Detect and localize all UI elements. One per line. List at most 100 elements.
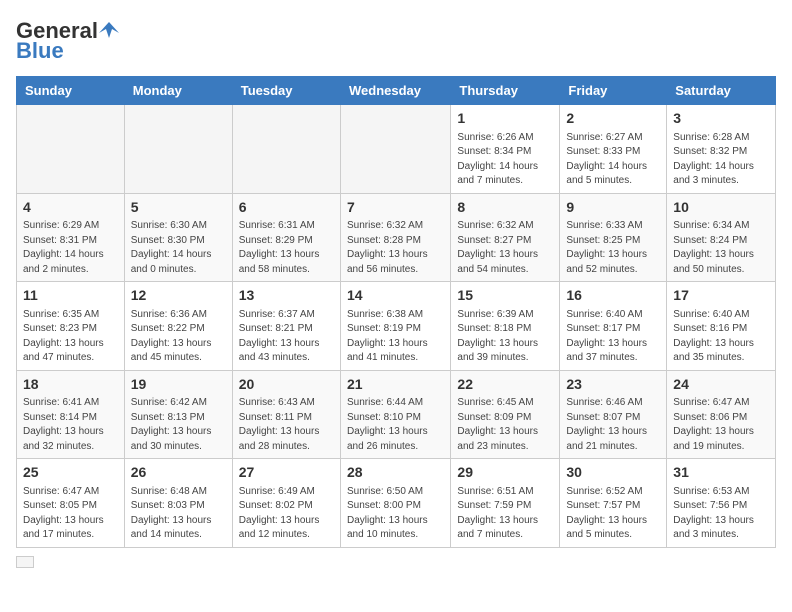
calendar-cell: 20Sunrise: 6:43 AMSunset: 8:11 PMDayligh… — [232, 370, 340, 459]
day-number: 31 — [673, 463, 769, 483]
calendar-cell: 15Sunrise: 6:39 AMSunset: 8:18 PMDayligh… — [451, 282, 560, 371]
logo: General Blue — [16, 20, 120, 64]
day-info: Sunrise: 6:32 AMSunset: 8:28 PMDaylight:… — [347, 219, 444, 277]
day-number: 21 — [347, 375, 444, 395]
week-row-5: 25Sunrise: 6:47 AMSunset: 8:05 PMDayligh… — [17, 459, 776, 548]
calendar-cell: 7Sunrise: 6:32 AMSunset: 8:28 PMDaylight… — [340, 193, 450, 282]
week-row-3: 11Sunrise: 6:35 AMSunset: 8:23 PMDayligh… — [17, 282, 776, 371]
calendar-cell: 29Sunrise: 6:51 AMSunset: 7:59 PMDayligh… — [451, 459, 560, 548]
day-info: Sunrise: 6:32 AMSunset: 8:27 PMDaylight:… — [457, 219, 553, 277]
day-info: Sunrise: 6:40 AMSunset: 8:17 PMDaylight:… — [566, 308, 660, 366]
logo-blue-text: Blue — [16, 38, 64, 64]
day-number: 3 — [673, 109, 769, 129]
calendar-cell — [124, 105, 232, 194]
calendar-cell: 2Sunrise: 6:27 AMSunset: 8:33 PMDaylight… — [560, 105, 667, 194]
calendar-cell: 10Sunrise: 6:34 AMSunset: 8:24 PMDayligh… — [667, 193, 776, 282]
day-number: 13 — [239, 286, 334, 306]
col-header-friday: Friday — [560, 77, 667, 105]
calendar-cell: 22Sunrise: 6:45 AMSunset: 8:09 PMDayligh… — [451, 370, 560, 459]
day-info: Sunrise: 6:38 AMSunset: 8:19 PMDaylight:… — [347, 308, 444, 366]
calendar-cell — [232, 105, 340, 194]
calendar-cell: 19Sunrise: 6:42 AMSunset: 8:13 PMDayligh… — [124, 370, 232, 459]
day-info: Sunrise: 6:47 AMSunset: 8:06 PMDaylight:… — [673, 396, 769, 454]
day-number: 12 — [131, 286, 226, 306]
col-header-sunday: Sunday — [17, 77, 125, 105]
day-info: Sunrise: 6:46 AMSunset: 8:07 PMDaylight:… — [566, 396, 660, 454]
day-info: Sunrise: 6:37 AMSunset: 8:21 PMDaylight:… — [239, 308, 334, 366]
day-info: Sunrise: 6:33 AMSunset: 8:25 PMDaylight:… — [566, 219, 660, 277]
week-row-4: 18Sunrise: 6:41 AMSunset: 8:14 PMDayligh… — [17, 370, 776, 459]
header-row: SundayMondayTuesdayWednesdayThursdayFrid… — [17, 77, 776, 105]
day-info: Sunrise: 6:34 AMSunset: 8:24 PMDaylight:… — [673, 219, 769, 277]
calendar-cell: 24Sunrise: 6:47 AMSunset: 8:06 PMDayligh… — [667, 370, 776, 459]
day-info: Sunrise: 6:29 AMSunset: 8:31 PMDaylight:… — [23, 219, 118, 277]
day-number: 26 — [131, 463, 226, 483]
day-info: Sunrise: 6:47 AMSunset: 8:05 PMDaylight:… — [23, 485, 118, 543]
day-info: Sunrise: 6:49 AMSunset: 8:02 PMDaylight:… — [239, 485, 334, 543]
col-header-thursday: Thursday — [451, 77, 560, 105]
day-info: Sunrise: 6:35 AMSunset: 8:23 PMDaylight:… — [23, 308, 118, 366]
calendar-cell: 1Sunrise: 6:26 AMSunset: 8:34 PMDaylight… — [451, 105, 560, 194]
day-info: Sunrise: 6:51 AMSunset: 7:59 PMDaylight:… — [457, 485, 553, 543]
legend — [16, 556, 776, 568]
col-header-tuesday: Tuesday — [232, 77, 340, 105]
day-info: Sunrise: 6:39 AMSunset: 8:18 PMDaylight:… — [457, 308, 553, 366]
calendar-cell: 27Sunrise: 6:49 AMSunset: 8:02 PMDayligh… — [232, 459, 340, 548]
calendar-cell: 21Sunrise: 6:44 AMSunset: 8:10 PMDayligh… — [340, 370, 450, 459]
day-number: 27 — [239, 463, 334, 483]
page-header: General Blue — [16, 16, 776, 64]
calendar-cell: 11Sunrise: 6:35 AMSunset: 8:23 PMDayligh… — [17, 282, 125, 371]
day-number: 10 — [673, 198, 769, 218]
calendar-cell: 13Sunrise: 6:37 AMSunset: 8:21 PMDayligh… — [232, 282, 340, 371]
day-number: 9 — [566, 198, 660, 218]
calendar-cell: 16Sunrise: 6:40 AMSunset: 8:17 PMDayligh… — [560, 282, 667, 371]
calendar-cell: 12Sunrise: 6:36 AMSunset: 8:22 PMDayligh… — [124, 282, 232, 371]
day-info: Sunrise: 6:53 AMSunset: 7:56 PMDaylight:… — [673, 485, 769, 543]
day-number: 1 — [457, 109, 553, 129]
day-number: 2 — [566, 109, 660, 129]
calendar-cell: 26Sunrise: 6:48 AMSunset: 8:03 PMDayligh… — [124, 459, 232, 548]
day-info: Sunrise: 6:44 AMSunset: 8:10 PMDaylight:… — [347, 396, 444, 454]
day-number: 30 — [566, 463, 660, 483]
calendar-cell: 25Sunrise: 6:47 AMSunset: 8:05 PMDayligh… — [17, 459, 125, 548]
day-info: Sunrise: 6:43 AMSunset: 8:11 PMDaylight:… — [239, 396, 334, 454]
day-number: 25 — [23, 463, 118, 483]
calendar-cell: 30Sunrise: 6:52 AMSunset: 7:57 PMDayligh… — [560, 459, 667, 548]
day-number: 18 — [23, 375, 118, 395]
calendar-table: SundayMondayTuesdayWednesdayThursdayFrid… — [16, 76, 776, 548]
day-info: Sunrise: 6:30 AMSunset: 8:30 PMDaylight:… — [131, 219, 226, 277]
day-info: Sunrise: 6:42 AMSunset: 8:13 PMDaylight:… — [131, 396, 226, 454]
day-number: 28 — [347, 463, 444, 483]
day-info: Sunrise: 6:28 AMSunset: 8:32 PMDaylight:… — [673, 131, 769, 189]
day-number: 17 — [673, 286, 769, 306]
day-info: Sunrise: 6:41 AMSunset: 8:14 PMDaylight:… — [23, 396, 118, 454]
day-number: 6 — [239, 198, 334, 218]
day-number: 23 — [566, 375, 660, 395]
calendar-cell: 17Sunrise: 6:40 AMSunset: 8:16 PMDayligh… — [667, 282, 776, 371]
day-info: Sunrise: 6:31 AMSunset: 8:29 PMDaylight:… — [239, 219, 334, 277]
day-info: Sunrise: 6:26 AMSunset: 8:34 PMDaylight:… — [457, 131, 553, 189]
calendar-cell: 31Sunrise: 6:53 AMSunset: 7:56 PMDayligh… — [667, 459, 776, 548]
calendar-cell: 14Sunrise: 6:38 AMSunset: 8:19 PMDayligh… — [340, 282, 450, 371]
day-number: 16 — [566, 286, 660, 306]
day-number: 4 — [23, 198, 118, 218]
logo-bird-icon — [99, 21, 119, 41]
week-row-2: 4Sunrise: 6:29 AMSunset: 8:31 PMDaylight… — [17, 193, 776, 282]
calendar-cell: 9Sunrise: 6:33 AMSunset: 8:25 PMDaylight… — [560, 193, 667, 282]
calendar-cell: 4Sunrise: 6:29 AMSunset: 8:31 PMDaylight… — [17, 193, 125, 282]
day-number: 14 — [347, 286, 444, 306]
day-info: Sunrise: 6:27 AMSunset: 8:33 PMDaylight:… — [566, 131, 660, 189]
day-number: 20 — [239, 375, 334, 395]
day-info: Sunrise: 6:48 AMSunset: 8:03 PMDaylight:… — [131, 485, 226, 543]
calendar-cell: 8Sunrise: 6:32 AMSunset: 8:27 PMDaylight… — [451, 193, 560, 282]
day-info: Sunrise: 6:36 AMSunset: 8:22 PMDaylight:… — [131, 308, 226, 366]
day-info: Sunrise: 6:52 AMSunset: 7:57 PMDaylight:… — [566, 485, 660, 543]
day-number: 11 — [23, 286, 118, 306]
calendar-cell: 6Sunrise: 6:31 AMSunset: 8:29 PMDaylight… — [232, 193, 340, 282]
calendar-cell — [17, 105, 125, 194]
day-info: Sunrise: 6:45 AMSunset: 8:09 PMDaylight:… — [457, 396, 553, 454]
calendar-cell: 28Sunrise: 6:50 AMSunset: 8:00 PMDayligh… — [340, 459, 450, 548]
calendar-cell: 3Sunrise: 6:28 AMSunset: 8:32 PMDaylight… — [667, 105, 776, 194]
week-row-1: 1Sunrise: 6:26 AMSunset: 8:34 PMDaylight… — [17, 105, 776, 194]
col-header-wednesday: Wednesday — [340, 77, 450, 105]
